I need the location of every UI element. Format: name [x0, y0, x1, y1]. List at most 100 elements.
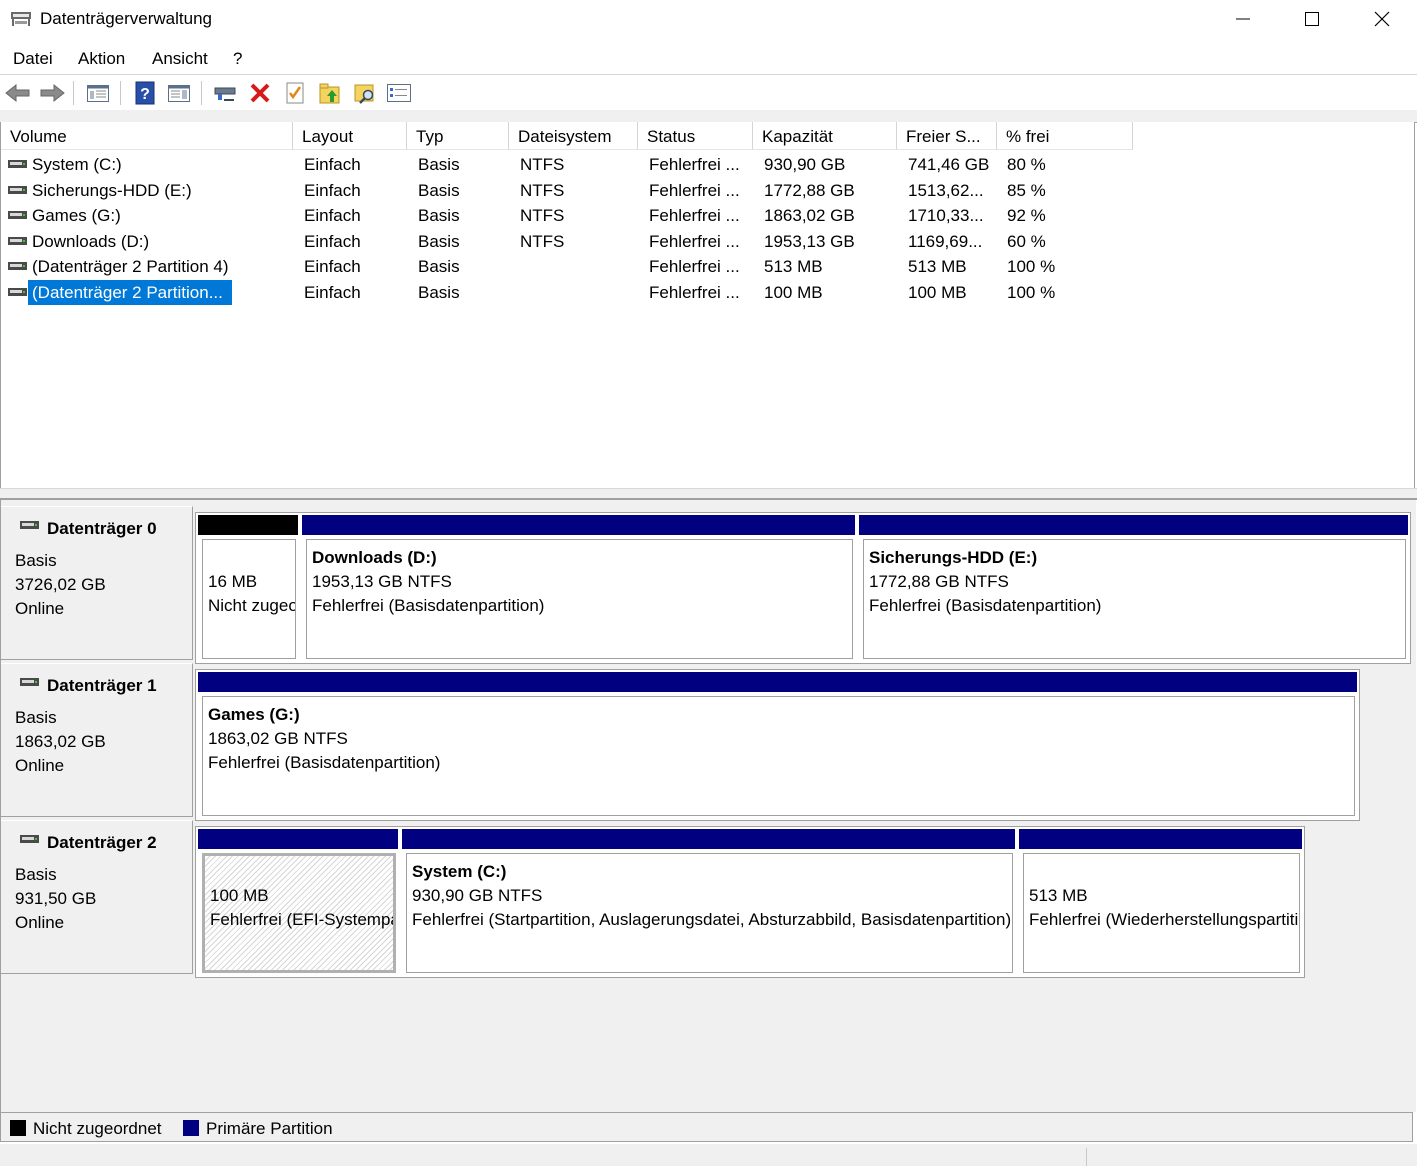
- menu-help[interactable]: ?: [233, 49, 242, 69]
- column-freier-speicher[interactable]: Freier S...: [897, 122, 997, 150]
- cell-status: Fehlerfrei ...: [649, 155, 740, 174]
- partition-games[interactable]: Games (G:) 1863,02 GB NTFS Fehlerfrei (B…: [196, 670, 1359, 820]
- partition-size: 1772,88 GB NTFS: [869, 572, 1009, 591]
- cell-volume: (Datenträger 2 Partition...: [28, 280, 232, 305]
- cell-freier-speicher: 100 MB: [908, 283, 967, 302]
- cell-volume: (Datenträger 2 Partition 4): [32, 257, 229, 277]
- show-console-tree-button[interactable]: [84, 80, 112, 106]
- cell-volume: Games (G:): [32, 206, 121, 226]
- cell-kapazitaet: 1772,88 GB: [764, 180, 855, 200]
- cell-prozent-frei: 85 %: [1007, 180, 1046, 200]
- partition-status: Fehlerfrei (Basisdatenpartition): [208, 753, 441, 772]
- close-button[interactable]: [1347, 0, 1417, 38]
- cell-kapazitaet: 1953,13 GB: [764, 231, 855, 251]
- close-icon: [1374, 11, 1390, 27]
- disk-name: Datenträger 0: [47, 519, 157, 538]
- back-button[interactable]: [4, 80, 32, 106]
- volume-drive-icon: [8, 160, 27, 168]
- partition-recovery[interactable]: 513 MB Fehlerfrei (Wiederherstellungspar…: [1017, 827, 1304, 977]
- menu-aktion[interactable]: Aktion: [78, 49, 125, 69]
- properties-button[interactable]: [281, 80, 309, 106]
- help-button[interactable]: ?: [131, 80, 159, 106]
- cell-typ: Basis: [418, 231, 460, 251]
- column-typ[interactable]: Typ: [407, 122, 509, 150]
- pane-splitter[interactable]: [0, 488, 1417, 500]
- cell-typ: Basis: [418, 180, 460, 200]
- volume-row[interactable]: Sicherungs-HDD (E:) Einfach Basis NTFS Fehle…: [1, 178, 1414, 203]
- volume-drive-icon: [8, 185, 27, 194]
- partition-sicherungs-hdd[interactable]: Sicherungs-HDD (E:) 1772,88 GB NTFS Fehl…: [857, 513, 1410, 663]
- partition-system[interactable]: System (C:) 930,90 GB NTFS Fehlerfrei (S…: [400, 827, 1017, 977]
- toolbar-separator: [73, 81, 74, 105]
- legend: Nicht zugeordnet Primäre Partition: [0, 1112, 1413, 1142]
- cell-layout: Einfach: [304, 283, 361, 302]
- cell-typ: Basis: [418, 283, 460, 302]
- volume-row[interactable]: (Datenträger 2 Partition 4) Einfach Basis F…: [1, 254, 1414, 279]
- forward-button[interactable]: [38, 80, 66, 106]
- connect-button[interactable]: [211, 80, 239, 106]
- disk-1-partitions: Games (G:) 1863,02 GB NTFS Fehlerfrei (B…: [195, 669, 1360, 821]
- volume-drive-icon: [8, 288, 27, 296]
- forward-arrow-icon: [40, 83, 65, 103]
- partition-body: System (C:) 930,90 GB NTFS Fehlerfrei (S…: [406, 853, 1013, 973]
- cell-freier-speicher: 1169,69...: [908, 231, 983, 251]
- column-layout[interactable]: Layout: [293, 122, 407, 150]
- partition-efi[interactable]: 100 MB Fehlerfrei (EFI-Systempartition): [196, 827, 400, 977]
- partition-body: Downloads (D:) 1953,13 GB NTFS Fehlerfre…: [306, 539, 853, 659]
- delete-icon: [250, 83, 270, 103]
- volume-drive-icon: [8, 211, 27, 220]
- partition-title: System (C:): [412, 862, 507, 881]
- folder-up-button[interactable]: [316, 80, 344, 106]
- column-status[interactable]: Status: [638, 122, 753, 150]
- details-view-button[interactable]: [385, 80, 413, 106]
- disk-drive-icon: [20, 521, 39, 529]
- cell-status: Fehlerfrei ...: [649, 231, 740, 251]
- partition-title: Sicherungs-HDD (E:): [869, 548, 1038, 567]
- volume-row[interactable]: System (C:) Einfach Basis NTFS Fehlerfrei ..…: [1, 152, 1414, 177]
- disk-state: Online: [15, 756, 65, 775]
- partition-body: 16 MB Nicht zugeordnet: [202, 539, 296, 659]
- cell-prozent-frei: 60 %: [1007, 231, 1046, 251]
- delete-button[interactable]: [246, 80, 274, 106]
- volume-row[interactable]: Downloads (D:) Einfach Basis NTFS Fehlerfrei…: [1, 229, 1414, 254]
- cell-status: Fehlerfrei ...: [649, 283, 740, 302]
- unallocated-bar: [198, 515, 298, 535]
- volume-row[interactable]: Games (G:) Einfach Basis NTFS Fehlerfrei ...…: [1, 203, 1414, 228]
- partition-status: Nicht zugeordnet: [208, 596, 296, 615]
- disk-0-label[interactable]: Datenträger 0 Basis 3726,02 GB Online: [1, 506, 193, 660]
- disk-size: 931,50 GB: [15, 889, 97, 908]
- column-volume[interactable]: Volume: [1, 122, 293, 150]
- disk-1-label[interactable]: Datenträger 1 Basis 1863,02 GB Online: [1, 663, 193, 817]
- column-prozent-frei[interactable]: % frei: [997, 122, 1133, 150]
- menu-ansicht[interactable]: Ansicht: [152, 49, 208, 69]
- partition-size: 100 MB: [210, 886, 269, 905]
- disk-2-label[interactable]: Datenträger 2 Basis 931,50 GB Online: [1, 820, 193, 974]
- disk-size: 1863,02 GB: [15, 732, 106, 751]
- maximize-button[interactable]: [1277, 0, 1347, 38]
- column-dateisystem[interactable]: Dateisystem: [509, 122, 638, 150]
- volume-list[interactable]: Volume Layout Typ Dateisystem Status Kap…: [0, 122, 1415, 488]
- partition-status: Fehlerfrei (Wiederherstellungspartition): [1029, 910, 1300, 929]
- partition-body: 513 MB Fehlerfrei (Wiederherstellungspar…: [1023, 853, 1300, 973]
- toolbar: ?: [0, 76, 1417, 110]
- show-action-pane-button[interactable]: [165, 80, 193, 106]
- disk-name: Datenträger 2: [47, 833, 157, 852]
- cell-dateisystem: NTFS: [520, 180, 565, 200]
- column-kapazitaet[interactable]: Kapazität: [753, 122, 897, 150]
- window-title: Datenträgerverwaltung: [40, 9, 212, 28]
- volume-row[interactable]: (Datenträger 2 Partition... Einfach Basis F…: [1, 280, 1414, 305]
- partition-unallocated[interactable]: 16 MB Nicht zugeordnet: [196, 513, 300, 663]
- folder-search-button[interactable]: [351, 80, 379, 106]
- toolbar-separator: [201, 81, 202, 105]
- menu-datei[interactable]: Datei: [13, 49, 53, 69]
- cell-freier-speicher: 741,46 GB: [908, 155, 990, 174]
- minimize-button[interactable]: [1208, 0, 1278, 38]
- partition-status: Fehlerfrei (EFI-Systempartition): [210, 910, 393, 929]
- menu-bar: Datei Aktion Ansicht ?: [0, 42, 1417, 74]
- folder-up-icon: [319, 83, 340, 104]
- maximize-icon: [1305, 12, 1319, 26]
- cell-freier-speicher: 1513,62...: [908, 180, 984, 200]
- partition-downloads[interactable]: Downloads (D:) 1953,13 GB NTFS Fehlerfre…: [300, 513, 857, 663]
- disk-graphical-pane: Datenträger 0 Basis 3726,02 GB Online 16…: [0, 500, 1416, 1112]
- primary-partition-bar: [302, 515, 855, 535]
